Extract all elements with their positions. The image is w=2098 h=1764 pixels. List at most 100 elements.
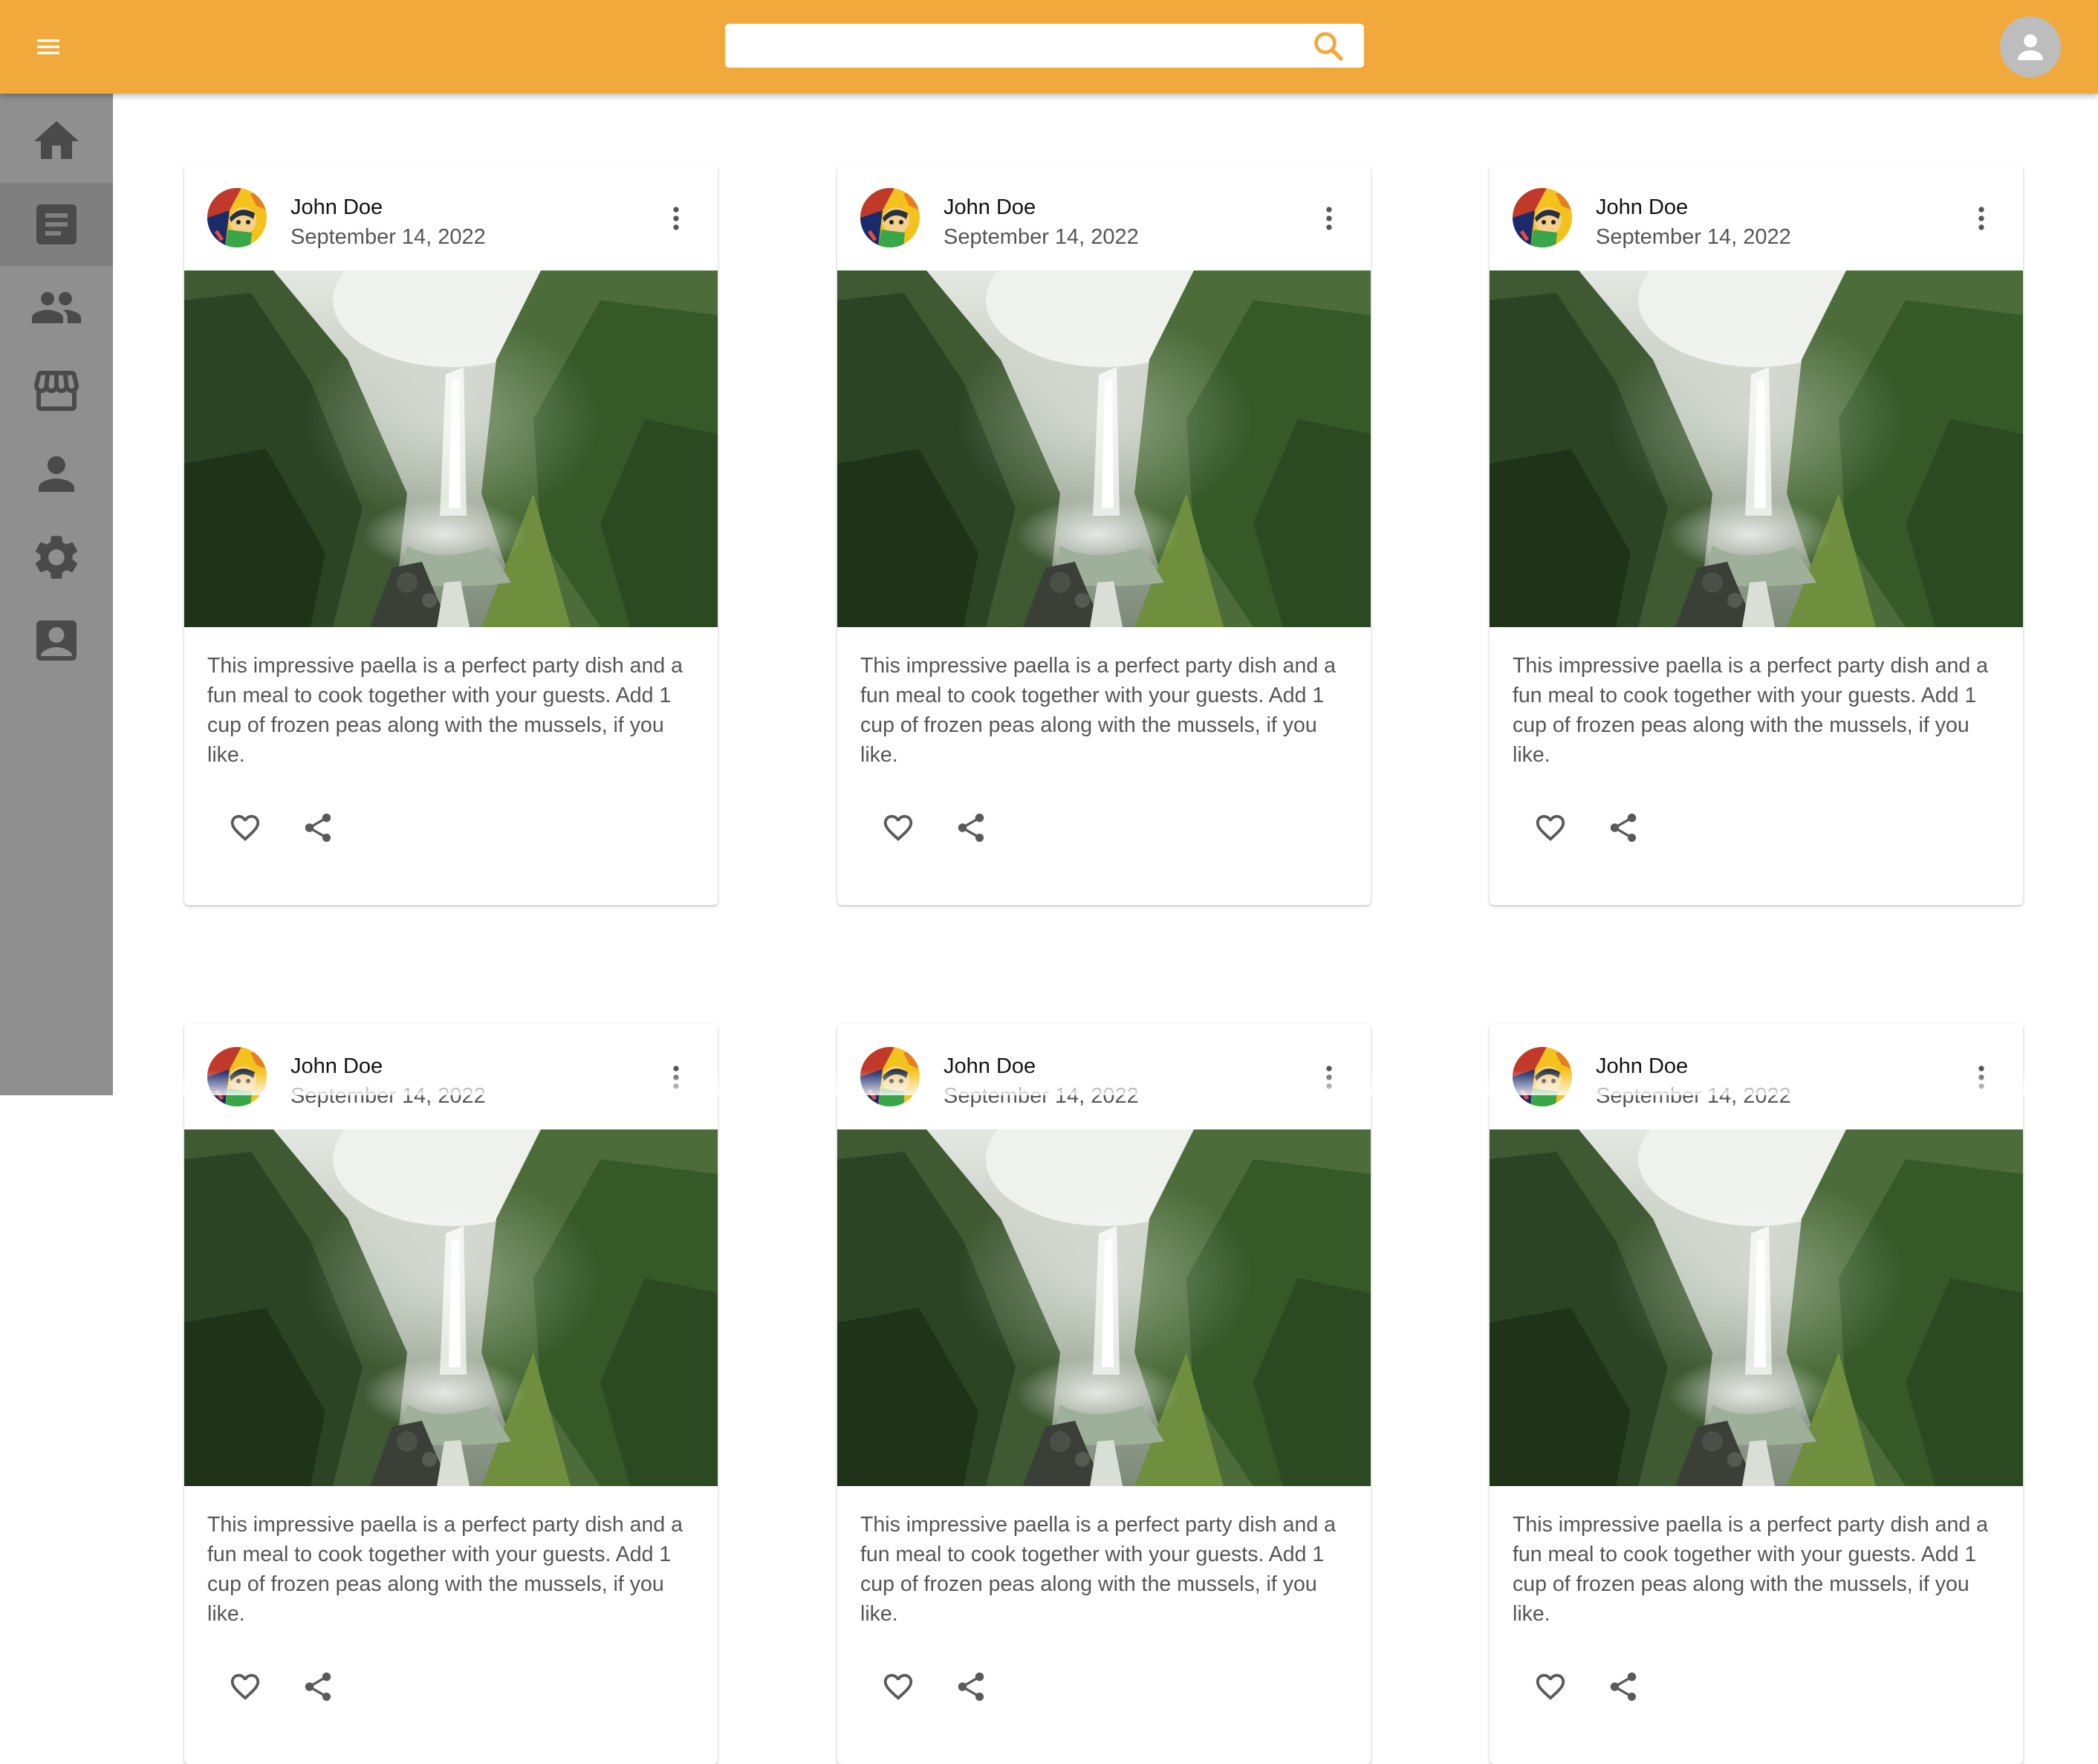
share-icon [958,1672,984,1702]
sidebar [0,94,113,1095]
sidebar-item-store[interactable] [0,349,113,432]
author-name: John Doe [290,195,383,219]
author-avatar-image [1513,188,1572,247]
people-icon [32,292,81,323]
card-actions [837,761,1371,905]
share-button[interactable] [941,798,1001,857]
card-description: This impressive paella is a perfect part… [207,1513,683,1626]
more-vert-icon [1326,1066,1332,1089]
waterfall-image [837,270,1371,627]
heart-icon [1536,1673,1565,1700]
share-icon [1610,1672,1637,1702]
heart-icon [883,1673,913,1700]
account-button[interactable] [2000,16,2061,77]
more-vert-icon [1326,207,1332,230]
menu-icon [37,39,59,54]
heart-icon [1536,814,1565,841]
person-icon [39,456,74,492]
like-button[interactable] [868,798,928,857]
post-date: September 14, 2022 [1596,1084,1791,1108]
author-name: John Doe [1596,195,1689,219]
post-card: John Doe September 14, 2022 This impress… [184,1024,718,1764]
contact-icon [36,620,77,661]
share-button[interactable] [1594,1657,1653,1716]
waterfall-image [184,1129,718,1486]
like-button[interactable] [215,798,275,857]
card-actions [1490,761,2023,905]
card-header: John Doe September 14, 2022 [184,1024,718,1129]
sidebar-item-contacts[interactable] [0,599,113,682]
card-header: John Doe September 14, 2022 [837,165,1371,270]
card-actions [837,1620,1371,1764]
article-icon [36,204,77,244]
post-card: John Doe September 14, 2022 This impress… [837,165,1371,905]
post-date: September 14, 2022 [1596,225,1791,249]
card-description: This impressive paella is a perfect part… [860,1513,1336,1626]
sidebar-item-profile[interactable] [0,432,113,516]
author-name: John Doe [944,195,1036,219]
heart-icon [883,814,913,841]
waterfall-image [1490,1129,2023,1486]
card-header: John Doe September 14, 2022 [837,1024,1371,1129]
more-vert-icon [673,207,679,230]
share-button[interactable] [288,1657,348,1716]
share-icon [958,813,984,843]
author-name: John Doe [1596,1054,1689,1078]
like-button[interactable] [215,1657,275,1716]
author-avatar-image [207,1047,267,1106]
more-options-button[interactable] [1961,195,2002,242]
author-avatar[interactable] [860,1047,920,1106]
share-icon [1610,813,1637,843]
waterfall-image [184,270,718,627]
author-avatar[interactable] [207,1047,267,1106]
card-header: John Doe September 14, 2022 [1490,1024,2023,1129]
share-icon [305,813,331,843]
sidebar-item-settings[interactable] [0,516,113,599]
share-button[interactable] [288,798,348,857]
search-input[interactable] [738,30,1276,63]
card-description: This impressive paella is a perfect part… [207,654,683,767]
author-avatar-image [1513,1047,1572,1106]
store-icon [34,371,79,411]
waterfall-image [1490,270,2023,627]
sidebar-item-articles[interactable] [0,183,113,266]
post-date: September 14, 2022 [290,1084,486,1108]
account-icon [2018,34,2043,60]
share-icon [305,1672,331,1702]
more-vert-icon [1978,1066,1984,1089]
author-name: John Doe [290,1054,383,1078]
card-actions [184,1620,718,1764]
like-button[interactable] [868,1657,928,1716]
card-description: This impressive paella is a perfect part… [1513,654,1988,767]
share-button[interactable] [941,1657,1001,1716]
like-button[interactable] [1521,798,1580,857]
post-date: September 14, 2022 [944,1084,1139,1108]
author-avatar[interactable] [207,188,267,247]
menu-button[interactable] [22,21,74,73]
post-card: John Doe September 14, 2022 This impress… [184,165,718,905]
share-button[interactable] [1594,798,1653,857]
search-icon[interactable] [1311,28,1346,64]
more-options-button[interactable] [655,195,697,242]
card-header: John Doe September 14, 2022 [1490,165,2023,270]
like-button[interactable] [1521,1657,1580,1716]
post-card: John Doe September 14, 2022 This impress… [837,1024,1371,1764]
waterfall-image [837,1129,1371,1486]
more-options-button[interactable] [1961,1054,2002,1101]
post-date: September 14, 2022 [290,225,486,249]
author-name: John Doe [944,1054,1036,1078]
sidebar-item-home[interactable] [0,100,113,183]
author-avatar[interactable] [860,188,920,247]
search-bar [725,24,1364,68]
heart-icon [230,814,260,841]
author-avatar[interactable] [1513,1047,1572,1106]
post-date: September 14, 2022 [944,225,1139,249]
settings-icon [35,536,78,579]
more-options-button[interactable] [655,1054,697,1101]
sidebar-item-people[interactable] [0,266,113,349]
card-header: John Doe September 14, 2022 [184,165,718,270]
more-options-button[interactable] [1308,195,1350,242]
more-options-button[interactable] [1308,1054,1350,1101]
post-card: John Doe September 14, 2022 This impress… [1490,1024,2023,1764]
author-avatar[interactable] [1513,188,1572,247]
